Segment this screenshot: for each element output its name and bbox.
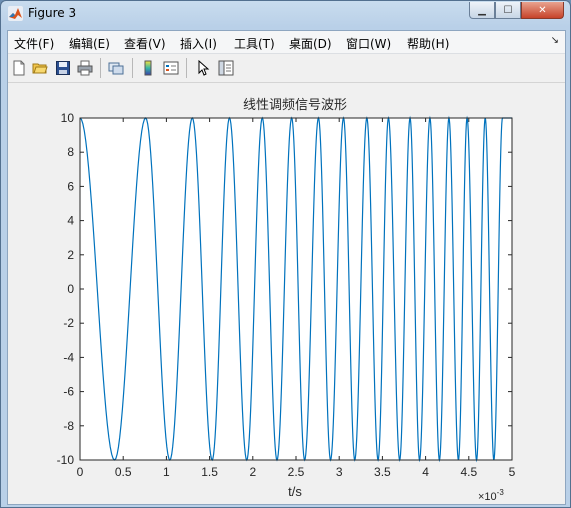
- legend-icon: [163, 61, 179, 75]
- toolbar: [8, 54, 565, 83]
- x-tick-label: 5: [509, 465, 516, 479]
- y-tick-label: 8: [67, 145, 74, 159]
- x-tick-label: 1: [163, 465, 170, 479]
- minimize-button[interactable]: ▁: [469, 2, 495, 19]
- y-tick-label: -8: [63, 419, 74, 433]
- title-bar[interactable]: Figure 3 ▁ ☐ ✕: [1, 1, 570, 26]
- menu-desktop[interactable]: 桌面(D): [289, 35, 332, 52]
- menu-overflow-icon[interactable]: ↘: [551, 35, 559, 46]
- maximize-button[interactable]: ☐: [495, 2, 521, 19]
- close-icon: ✕: [538, 4, 547, 16]
- pointer-icon: [198, 60, 210, 76]
- toolbar-separator: [100, 58, 101, 78]
- figure-window: Figure 3 ▁ ☐ ✕ 文件(F) 编辑(E) 查看(V) 插入(I) 工…: [0, 0, 571, 508]
- x-tick-label: 0.5: [115, 465, 132, 479]
- menu-tools[interactable]: 工具(T): [234, 35, 275, 52]
- toolbar-separator: [186, 58, 187, 78]
- x-axis-exponent-power: -3: [497, 488, 505, 497]
- x-axis-exponent: ×10-3: [478, 488, 504, 503]
- new-figure-button[interactable]: [10, 59, 28, 77]
- y-tick-label: 0: [67, 282, 74, 296]
- maximize-icon: ☐: [503, 4, 513, 16]
- y-tick-label: 10: [61, 111, 75, 125]
- x-tick-label: 3: [336, 465, 343, 479]
- figure-canvas: 线性调频信号波形 0 0.5 1 1.5 2 2.5 3 3.5 4 4.5 5 10 8 6 4 2 0 -2 -…: [8, 83, 565, 504]
- minimize-icon: ▁: [478, 4, 486, 16]
- window-title: Figure 3: [28, 6, 77, 20]
- menu-file[interactable]: 文件(F): [14, 35, 54, 52]
- x-tick-label: 2: [249, 465, 256, 479]
- x-tick-label: 2.5: [288, 465, 305, 479]
- x-axis-exponent-base: ×10: [478, 491, 497, 503]
- open-file-icon: [32, 63, 48, 74]
- x-tick-label: 3.5: [374, 465, 391, 479]
- y-tick-label: 4: [67, 214, 74, 228]
- save-button[interactable]: [54, 59, 72, 77]
- figure-client-area: 文件(F) 编辑(E) 查看(V) 插入(I) 工具(T) 桌面(D) 窗口(W…: [7, 30, 566, 505]
- link-figure-button[interactable]: [107, 59, 125, 77]
- save-icon: [56, 61, 70, 75]
- menu-view[interactable]: 查看(V): [124, 35, 166, 52]
- colorbar-icon: [144, 60, 152, 76]
- edit-plot-button[interactable]: [194, 59, 212, 77]
- toolbar-separator: [132, 58, 133, 78]
- axes-background: [80, 118, 512, 460]
- menu-bar: 文件(F) 编辑(E) 查看(V) 插入(I) 工具(T) 桌面(D) 窗口(W…: [8, 31, 565, 54]
- colorbar-button[interactable]: [139, 59, 157, 77]
- print-button[interactable]: [76, 59, 94, 77]
- x-axis-label: t/s: [288, 484, 302, 499]
- property-editor-icon: [218, 60, 234, 76]
- y-tick-label: -10: [57, 453, 75, 467]
- x-tick-label: 1.5: [201, 465, 218, 479]
- menu-help[interactable]: 帮助(H): [407, 35, 449, 52]
- y-tick-label: -4: [63, 350, 74, 364]
- open-file-button[interactable]: [31, 59, 49, 77]
- x-tick-label: 4: [422, 465, 429, 479]
- x-tick-label: 4.5: [460, 465, 477, 479]
- x-tick-label: 0: [77, 465, 84, 479]
- y-tick-label: -2: [63, 316, 74, 330]
- print-icon: [77, 60, 93, 76]
- menu-insert[interactable]: 插入(I): [180, 35, 217, 52]
- matlab-logo-icon: [8, 6, 23, 21]
- chart-title: 线性调频信号波形: [243, 97, 347, 112]
- y-tick-label: -6: [63, 385, 74, 399]
- new-figure-icon: [13, 60, 25, 76]
- close-button[interactable]: ✕: [521, 2, 564, 19]
- menu-edit[interactable]: 编辑(E): [69, 35, 110, 52]
- property-editor-button[interactable]: [217, 59, 235, 77]
- line-chart[interactable]: 线性调频信号波形 0 0.5 1 1.5 2 2.5 3 3.5 4 4.5 5 10 8 6 4 2 0 -2 -…: [8, 83, 565, 504]
- legend-button[interactable]: [162, 59, 180, 77]
- link-figure-icon: [108, 62, 124, 75]
- menu-window[interactable]: 窗口(W): [346, 35, 391, 52]
- y-tick-label: 2: [67, 248, 74, 262]
- y-tick-label: 6: [67, 179, 74, 193]
